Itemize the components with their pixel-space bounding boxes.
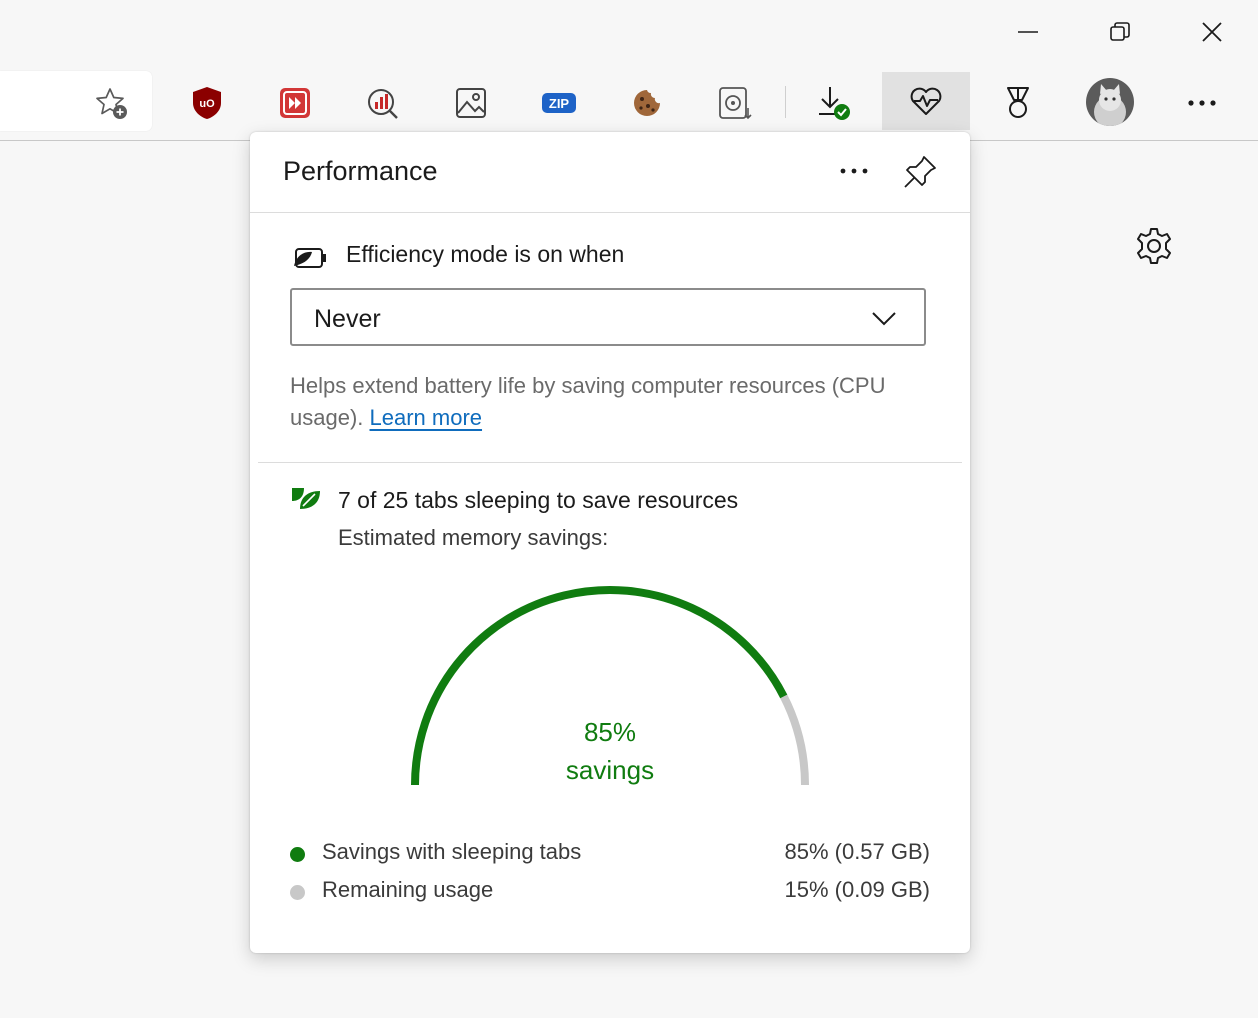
profile-avatar[interactable]	[1086, 78, 1134, 126]
rewards-button[interactable]	[995, 80, 1041, 126]
close-button[interactable]	[1192, 12, 1232, 52]
more-icon	[1188, 100, 1216, 106]
legend-row-remaining: Remaining usage 15% (0.09 GB)	[290, 877, 930, 907]
legend-row-savings: Savings with sleeping tabs 85% (0.57 GB)	[290, 839, 930, 869]
zip-extension-button[interactable]: ZIP	[536, 80, 582, 126]
gear-icon	[1137, 228, 1171, 264]
profile-cat-image	[1086, 78, 1134, 126]
media-downloader-button[interactable]	[712, 80, 758, 126]
downloads-button[interactable]	[810, 80, 856, 126]
learn-more-link[interactable]: Learn more	[370, 405, 483, 430]
legend-value-savings: 85% (0.57 GB)	[784, 839, 930, 864]
web-vitals-button[interactable]	[360, 80, 406, 126]
minimize-icon	[1018, 31, 1038, 33]
ublock-origin-button[interactable]: uO	[184, 80, 230, 126]
ublock-origin-icon: uO	[193, 87, 221, 119]
svg-text:ZIP: ZIP	[549, 96, 570, 111]
star-add-icon	[96, 88, 127, 119]
efficiency-help-text: Helps extend battery life by saving comp…	[290, 370, 940, 434]
efficiency-battery-leaf-icon	[294, 248, 326, 268]
legend-dot-savings	[290, 847, 305, 862]
chevron-down-icon	[872, 312, 896, 326]
image-search-button[interactable]	[448, 80, 494, 126]
video-speed-controller-icon	[280, 88, 310, 118]
performance-panel: Performance Efficiency mode is on when N…	[250, 132, 970, 953]
media-downloader-icon	[719, 87, 752, 120]
pin-button[interactable]	[898, 152, 942, 192]
toolbar-divider	[785, 86, 786, 118]
efficiency-mode-value: Never	[314, 305, 381, 333]
gauge-remaining-arc	[780, 694, 809, 786]
cookie-editor-icon	[634, 90, 660, 116]
svg-text:uO: uO	[199, 98, 215, 110]
zip-extension-icon: ZIP	[542, 93, 576, 113]
restore-icon	[1110, 22, 1130, 41]
close-icon	[1202, 22, 1222, 42]
legend-dot-remaining	[290, 885, 305, 900]
gauge-percent: 85%	[583, 717, 637, 747]
settings-and-more-button[interactable]	[1179, 80, 1225, 126]
sleeping-tabs-title: 7 of 25 tabs sleeping to save resources	[338, 487, 739, 513]
gauge-label: savings	[565, 755, 655, 785]
memory-savings-label: Estimated memory savings:	[338, 525, 609, 550]
medal-icon	[1007, 87, 1029, 118]
sleeping-tabs-leaf-icon	[292, 488, 320, 509]
cookie-editor-button[interactable]	[624, 80, 670, 126]
pin-icon	[904, 156, 936, 188]
panel-more-button[interactable]	[834, 154, 874, 188]
download-complete-icon	[819, 87, 850, 120]
image-search-icon	[456, 88, 486, 118]
more-icon	[840, 168, 868, 174]
efficiency-label: Efficiency mode is on when	[346, 241, 625, 267]
video-speed-button[interactable]	[272, 80, 318, 126]
legend-value-remaining: 15% (0.09 GB)	[784, 877, 930, 902]
panel-title: Performance	[283, 156, 438, 186]
restore-button[interactable]	[1100, 12, 1140, 52]
efficiency-mode-select[interactable]: Never	[290, 288, 926, 346]
performance-button[interactable]	[882, 72, 970, 130]
legend-label-savings: Savings with sleeping tabs	[322, 839, 582, 864]
page-settings-button[interactable]	[1130, 222, 1178, 270]
minimize-button[interactable]	[1008, 12, 1048, 52]
add-favorite-button[interactable]	[92, 84, 132, 124]
heartbeat-icon	[910, 87, 942, 115]
header-divider	[250, 212, 970, 213]
web-vitals-icon	[368, 89, 398, 119]
section-divider	[258, 462, 962, 463]
legend-label-remaining: Remaining usage	[322, 877, 494, 902]
